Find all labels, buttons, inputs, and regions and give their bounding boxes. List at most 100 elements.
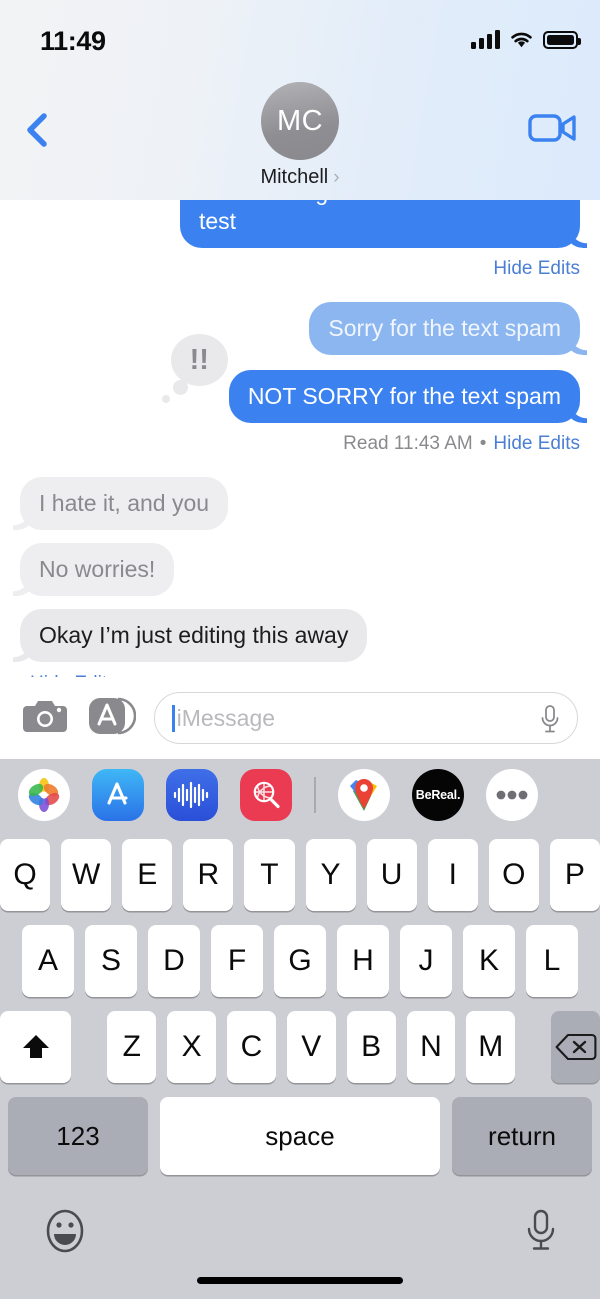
iphone-screen: 11:49 MC Mitchell › test Hide Edits Sorr… (0, 0, 600, 1299)
message-text: NOT SORRY for the text spam (247, 383, 561, 409)
app-drawer[interactable]: BeReal. (0, 759, 600, 831)
status-bar-clock: 11:49 (40, 26, 106, 56)
microphone-icon[interactable] (539, 704, 561, 739)
read-receipt: Read 11:43 AM • Hide Edits (0, 433, 600, 455)
delete-backspace-icon[interactable] (551, 1011, 600, 1083)
message-row-incoming: No worries! (0, 543, 600, 596)
chevron-right-icon: › (333, 167, 340, 188)
facetime-button[interactable] (528, 110, 578, 150)
key-j[interactable]: J (400, 925, 452, 997)
key-d[interactable]: D (148, 925, 200, 997)
keyboard-row-4: 123 space return (0, 1097, 600, 1175)
photos-app-icon[interactable] (18, 769, 70, 821)
key-q[interactable]: Q (0, 839, 51, 911)
avatar-initials: MC (276, 104, 324, 137)
key-v[interactable]: V (286, 1011, 336, 1083)
status-bar-indicators (471, 30, 581, 49)
tapback-exclamation-icon[interactable]: !! (161, 334, 228, 403)
key-x[interactable]: X (167, 1011, 217, 1083)
emoji-smiley-icon[interactable] (42, 1206, 88, 1261)
key-g[interactable]: G (274, 925, 326, 997)
tapback-glyph: !! (189, 343, 209, 376)
message-meta: Hide Edits (0, 258, 600, 280)
message-bubble[interactable]: !! NOT SORRY for the text spam (161, 334, 580, 423)
google-maps-app-icon[interactable] (338, 769, 390, 821)
message-row-incoming: I hate it, and you (0, 477, 600, 530)
key-r[interactable]: R (183, 839, 234, 911)
message-row-incoming: Okay I’m just editing this away (0, 609, 600, 662)
read-label: Read (343, 433, 389, 454)
keyboard-row-3: Z X C V B N M (0, 1011, 600, 1083)
navigation-bar: MC Mitchell › (0, 64, 600, 200)
on-screen-keyboard[interactable]: Q W E R T Y U I O P A S D F G H J K L Z … (0, 831, 600, 1299)
shift-up-arrow-icon[interactable] (0, 1011, 72, 1083)
key-t[interactable]: T (244, 839, 295, 911)
key-o[interactable]: O (488, 839, 539, 911)
message-row-outgoing: Test message test. And another test (0, 200, 600, 248)
key-i[interactable]: I (427, 839, 478, 911)
hide-edits-link[interactable]: Hide Edits (30, 673, 117, 677)
hide-edits-link[interactable]: Hide Edits (493, 433, 580, 455)
dictation-microphone-icon[interactable] (524, 1208, 558, 1259)
key-h[interactable]: H (337, 925, 389, 997)
app-store-app-icon[interactable] (92, 769, 144, 821)
row-spacer (82, 1011, 96, 1083)
contact-header[interactable]: MC Mitchell › (0, 82, 600, 189)
key-a[interactable]: A (22, 925, 74, 997)
message-input-bar: iMessage (0, 677, 600, 759)
key-p[interactable]: P (549, 839, 600, 911)
message-input-field[interactable]: iMessage (154, 692, 578, 744)
message-list[interactable]: Test message test. And another test Hide… (0, 200, 600, 677)
message-bubble[interactable]: Test message test. And another test (180, 200, 580, 248)
bereal-label: BeReal. (415, 788, 461, 802)
message-bubble[interactable]: Sorry for the text spam (309, 302, 580, 355)
message-bubble[interactable]: I hate it, and you (20, 477, 229, 530)
keyboard-toolbar (0, 1189, 600, 1277)
key-k[interactable]: K (463, 925, 515, 997)
row-spacer (526, 1011, 540, 1083)
key-z[interactable]: Z (107, 1011, 157, 1083)
more-apps-icon[interactable] (486, 769, 538, 821)
keyboard-row-1: Q W E R T Y U I O P (0, 839, 600, 911)
app-store-button[interactable] (86, 695, 137, 742)
status-bar: 11:49 (0, 0, 600, 64)
read-time: 11:43 AM (393, 433, 473, 454)
drawer-divider (314, 777, 316, 813)
key-m[interactable]: M (466, 1011, 516, 1083)
return-key[interactable]: return (452, 1097, 592, 1175)
message-bubble[interactable]: No worries! (20, 543, 175, 596)
home-indicator-bar (0, 1277, 600, 1299)
key-e[interactable]: E (122, 839, 173, 911)
key-l[interactable]: L (526, 925, 578, 997)
key-n[interactable]: N (406, 1011, 456, 1083)
music-search-app-icon[interactable] (240, 769, 292, 821)
audio-message-app-icon[interactable] (166, 769, 218, 821)
text-cursor (172, 704, 175, 732)
bereal-app-icon[interactable]: BeReal. (412, 769, 464, 821)
hide-edits-link[interactable]: Hide Edits (493, 258, 580, 280)
home-indicator[interactable] (197, 1277, 403, 1284)
message-row-outgoing: Sorry for the text spam (0, 302, 600, 355)
key-w[interactable]: W (61, 839, 112, 911)
keyboard-row-2: A S D F G H J K L (0, 925, 600, 997)
meta-separator: • (479, 433, 487, 454)
key-u[interactable]: U (366, 839, 417, 911)
key-c[interactable]: C (227, 1011, 276, 1083)
key-f[interactable]: F (211, 925, 263, 997)
battery-full-icon (543, 31, 581, 49)
message-meta: Hide Edits (0, 673, 600, 677)
avatar: MC (261, 82, 339, 160)
contact-name: Mitchell (260, 166, 329, 188)
numbers-key[interactable]: 123 (8, 1097, 148, 1175)
key-b[interactable]: B (346, 1011, 396, 1083)
contact-name-row: Mitchell › (260, 166, 339, 189)
message-placeholder: iMessage (176, 704, 276, 731)
camera-button[interactable] (22, 697, 68, 740)
message-row-outgoing: !! NOT SORRY for the text spam (0, 334, 600, 423)
key-s[interactable]: S (85, 925, 137, 997)
cellular-bars-icon (471, 30, 500, 49)
space-key[interactable]: space (160, 1097, 440, 1175)
message-bubble[interactable]: Okay I’m just editing this away (20, 609, 368, 662)
wifi-icon (509, 30, 534, 49)
key-y[interactable]: Y (305, 839, 356, 911)
